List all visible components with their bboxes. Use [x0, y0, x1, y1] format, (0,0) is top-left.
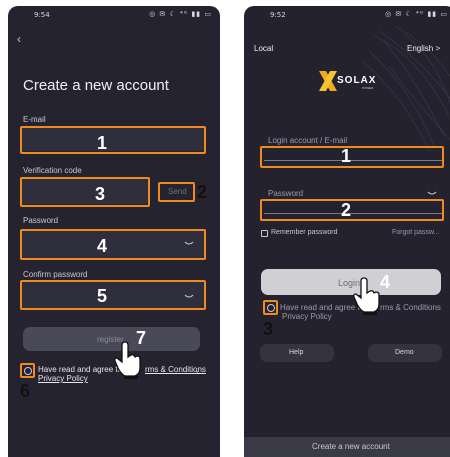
send-code-button[interactable]: Send — [168, 187, 187, 196]
login-screen: 9:52 ◎ ✉ ☾ ⁴ᴳ ▮▮ ▭ Local English > SOLAX… — [244, 6, 450, 457]
status-bar: 9:52 ◎ ✉ ☾ ⁴ᴳ ▮▮ ▭ — [244, 6, 450, 24]
status-time: 9:54 — [34, 11, 50, 19]
local-label[interactable]: Local — [254, 44, 273, 53]
highlight-box-login-account — [260, 146, 444, 168]
pointer-hand-icon — [114, 341, 141, 379]
demo-button[interactable]: Demo — [368, 344, 442, 362]
solax-x-icon — [319, 71, 337, 91]
highlight-box-verification — [20, 177, 150, 207]
highlight-box-checkbox — [263, 300, 278, 315]
remember-checkbox[interactable] — [261, 230, 268, 237]
highlight-box-checkbox — [20, 363, 35, 378]
status-bar: 9:54 ◎ ✉ ☾ ⁴ᴳ ▮▮ ▭ — [8, 6, 220, 24]
solax-logo-subtext: POWER — [362, 86, 374, 90]
demo-label: Demo — [395, 349, 414, 356]
help-label: Help — [289, 349, 304, 356]
marker-1: 1 — [341, 146, 352, 166]
confirm-password-label: Confirm password — [23, 270, 88, 279]
privacy-link[interactable]: Privacy Policy — [38, 374, 88, 383]
pointer-hand-icon — [353, 277, 380, 315]
solax-logo-text: SOLAX — [337, 75, 377, 86]
marker-3: 3 — [95, 184, 106, 204]
terms-link[interactable]: rms & Conditions — [380, 303, 441, 312]
marker-2: 2 — [197, 182, 208, 202]
create-account-bar[interactable]: Create a new account — [244, 437, 450, 457]
status-icons: ◎ ✉ ☾ ⁴ᴳ ▮▮ ▭ — [385, 10, 448, 18]
highlight-box-password — [20, 229, 206, 260]
password-placeholder: Password — [268, 189, 304, 198]
email-label: E-mail — [23, 115, 46, 124]
agree-separator: , — [196, 365, 199, 374]
highlight-box-confirm — [20, 280, 206, 310]
remember-password-label: Remember password — [271, 229, 338, 236]
login-account-label: Login account / E-mail — [268, 136, 348, 145]
marker-6: 6 — [20, 381, 31, 401]
marker-5: 5 — [97, 286, 108, 306]
marker-1: 1 — [97, 133, 108, 153]
solax-logo: SOLAX POWER — [318, 70, 378, 92]
verification-label: Verification code — [23, 166, 82, 175]
create-account-screen: 9:54 ◎ ✉ ☾ ⁴ᴳ ▮▮ ▭ ‹ Create a new accoun… — [8, 6, 220, 457]
agree-text: Have read and agree to — [38, 365, 123, 374]
language-selector[interactable]: English > — [407, 44, 440, 53]
status-icons: ◎ ✉ ☾ ⁴ᴳ ▮▮ ▭ — [149, 10, 212, 18]
status-time: 9:52 — [270, 11, 286, 19]
eye-closed-icon[interactable] — [427, 191, 437, 197]
page-title: Create a new account — [23, 77, 169, 94]
marker-3: 3 — [263, 319, 274, 339]
register-button[interactable]: register — [23, 327, 200, 351]
create-account-label: Create a new account — [312, 442, 390, 451]
forgot-password-link[interactable]: Forgot passw... — [392, 229, 439, 236]
password-label: Password — [23, 216, 59, 225]
help-button[interactable]: Help — [260, 344, 334, 362]
eye-closed-icon[interactable] — [184, 241, 194, 247]
highlight-box-password — [260, 199, 444, 221]
eye-closed-icon[interactable] — [184, 294, 194, 300]
highlight-box-email — [20, 126, 206, 154]
login-button[interactable]: Login — [261, 269, 441, 295]
marker-2: 2 — [341, 200, 352, 220]
privacy-link[interactable]: Privacy Policy — [282, 312, 332, 321]
marker-4: 4 — [97, 236, 108, 256]
back-icon[interactable]: ‹ — [17, 32, 21, 46]
